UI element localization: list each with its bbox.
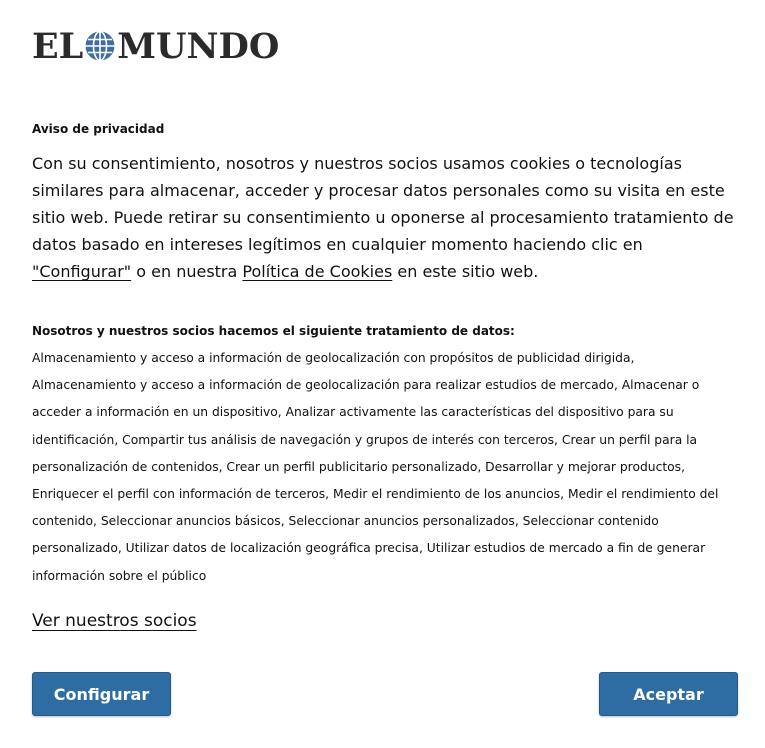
consent-intro-text: Con su consentimiento, nosotros y nuestr… <box>32 150 744 285</box>
accept-button[interactable]: Aceptar <box>599 672 738 716</box>
data-processing-title: Nosotros y nuestros socios hacemos el si… <box>32 324 515 338</box>
cookie-policy-link[interactable]: Política de Cookies <box>242 262 392 281</box>
intro-text-part2: o en nuestra <box>131 262 243 281</box>
globe-icon <box>85 30 115 62</box>
data-processing-purposes: Almacenamiento y acceso a información de… <box>32 351 719 583</box>
configure-link[interactable]: "Configurar" <box>32 262 131 281</box>
logo-text-el: EL <box>32 25 84 67</box>
privacy-notice-title: Aviso de privacidad <box>32 122 165 136</box>
intro-text-part3: en este sitio web. <box>392 262 539 281</box>
logo-text-mundo: MUNDO <box>117 25 280 67</box>
el-mundo-logo[interactable]: EL MUNDO <box>32 25 280 67</box>
view-partners-link[interactable]: Ver nuestros socios <box>32 611 197 631</box>
configure-button[interactable]: Configurar <box>32 672 171 716</box>
intro-text-part1: Con su consentimiento, nosotros y nuestr… <box>32 154 734 254</box>
